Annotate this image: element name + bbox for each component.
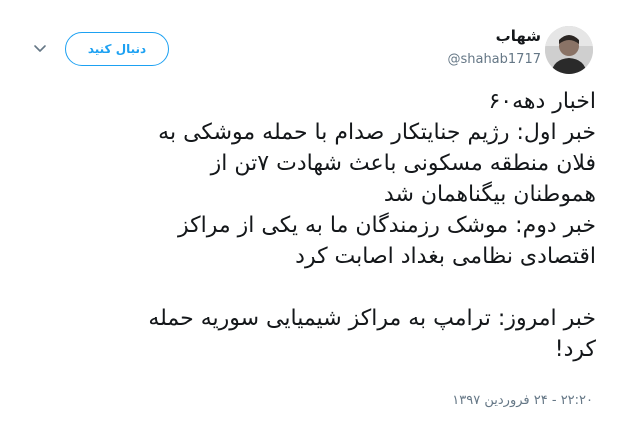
- follow-button[interactable]: دنبال کنید: [65, 32, 169, 66]
- tweet-line: هموطنان بیگناهمان شد: [383, 182, 596, 207]
- author-handle[interactable]: @shahab1717: [447, 52, 541, 67]
- tweet-blank-line: [40, 272, 596, 303]
- tweet-line: کرد!: [554, 337, 596, 362]
- chevron-down-icon[interactable]: [32, 40, 48, 56]
- tweet-line: اخبار دهه۶۰: [488, 89, 596, 114]
- tweet-line: فلان منطقه مسکونی باعث شهادت ۷تن از: [210, 151, 596, 176]
- tweet-timestamp[interactable]: ۲۲:۲۰ - ۲۴ فروردین ۱۳۹۷: [452, 393, 593, 408]
- tweet-line: خبر امروز: ترامپ به مراکز شیمیایی سوریه …: [148, 306, 596, 331]
- author-name[interactable]: شهاب: [496, 27, 541, 45]
- tweet-line: خبر اول: رژیم جنایتکار صدام با حمله موشک…: [158, 120, 596, 145]
- profile-photo-icon: [545, 26, 593, 74]
- tweet-card: شهاب @shahab1717 دنبال کنید اخبار دهه۶۰ …: [0, 0, 627, 423]
- avatar[interactable]: [545, 26, 593, 74]
- tweet-line: خبر دوم: موشک رزمندگان ما به یکی از مراک…: [178, 213, 596, 238]
- tweet-text: اخبار دهه۶۰ خبر اول: رژیم جنایتکار صدام …: [40, 86, 596, 365]
- tweet-line: اقتصادی نظامی بغداد اصابت کرد: [295, 244, 596, 269]
